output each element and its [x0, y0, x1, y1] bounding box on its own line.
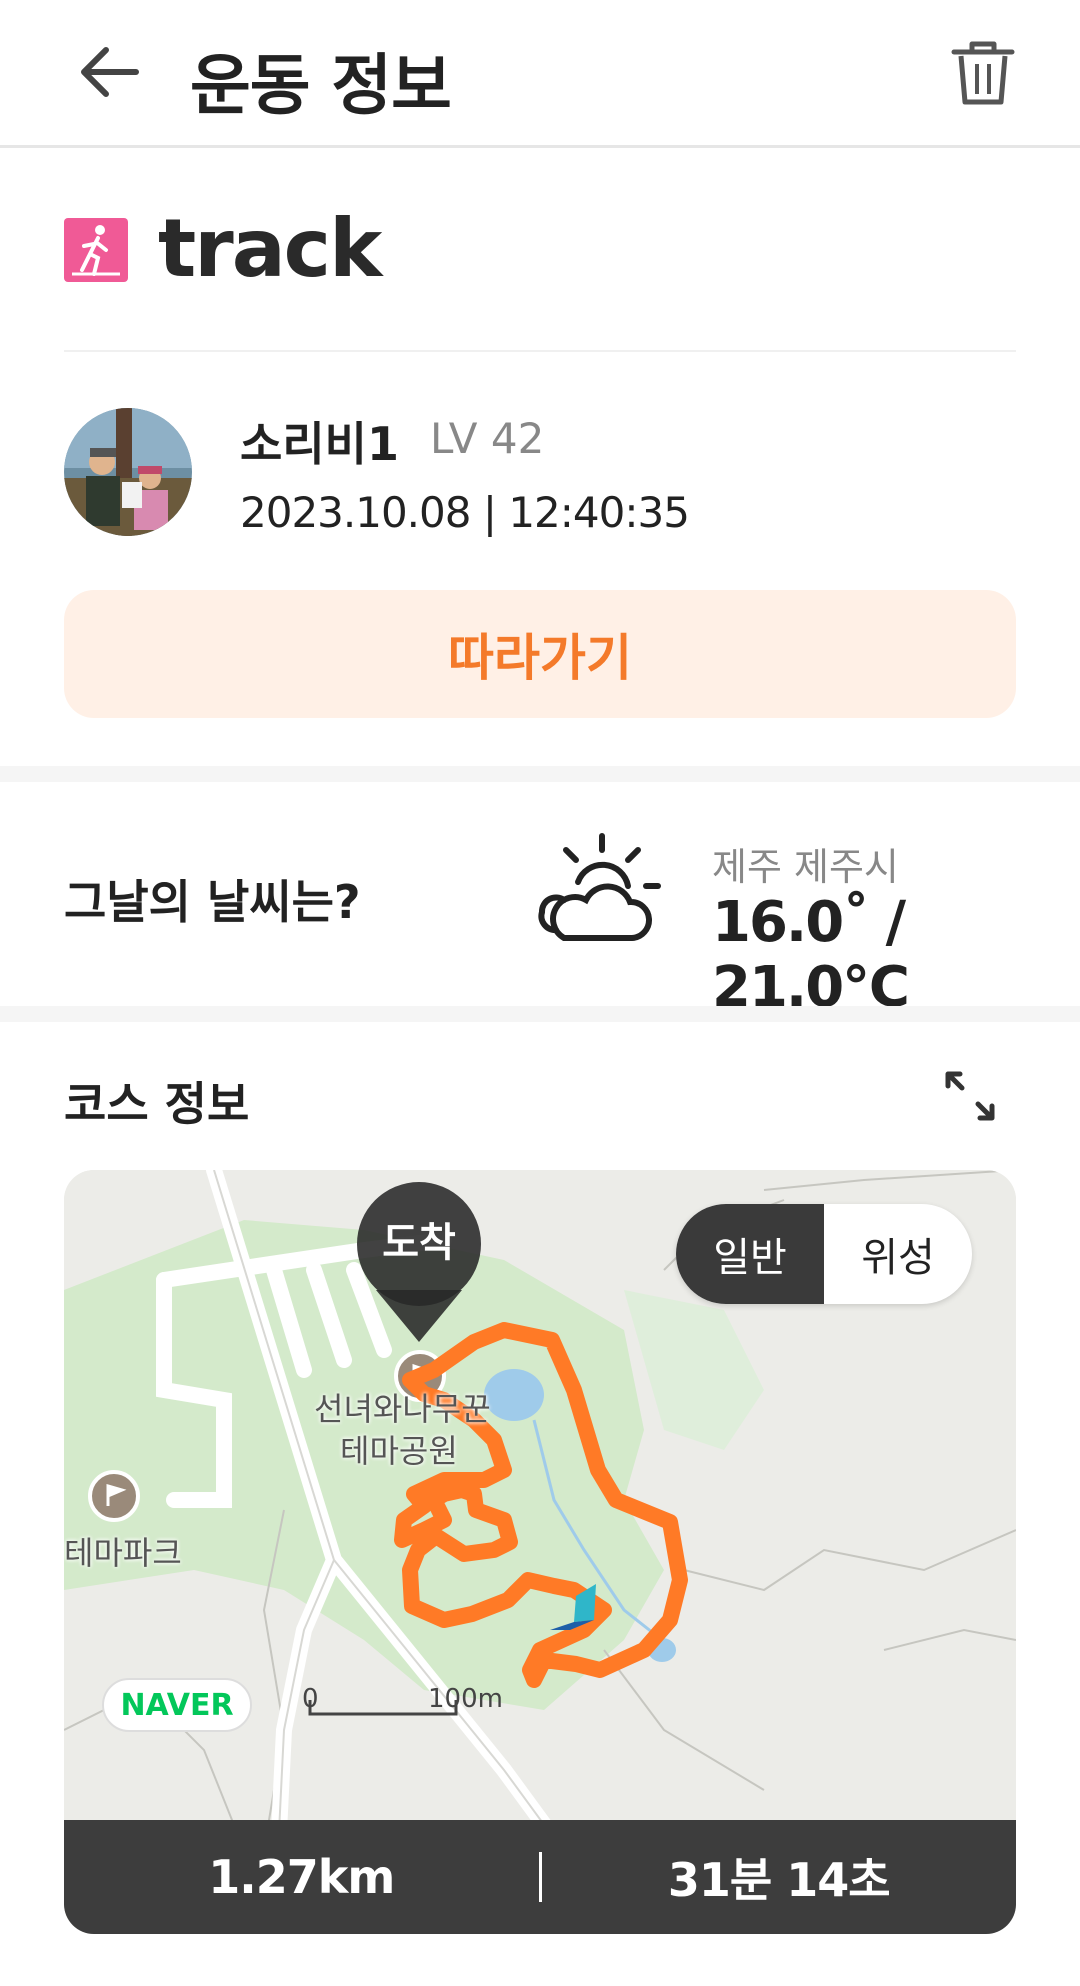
map-type-toggle[interactable]: 일반 위성	[676, 1204, 972, 1304]
place-label: 테마공원	[340, 1432, 458, 1470]
weather-temperature: 16.0˚ / 21.0℃	[712, 890, 910, 1020]
expand-button[interactable]	[940, 1066, 1000, 1126]
toggle-normal[interactable]: 일반	[676, 1204, 824, 1304]
scale-start: 0	[302, 1684, 319, 1714]
arrow-left-icon	[81, 47, 139, 97]
walking-icon	[64, 218, 128, 282]
course-map[interactable]: 도착 선녀와나무꾼 테마공원 테마파크 일반 위성 NAVER 0 100m 1…	[64, 1170, 1016, 1934]
user-name: 소리비1	[240, 417, 399, 471]
partly-cloudy-icon	[534, 830, 664, 960]
naver-logo[interactable]: NAVER	[102, 1678, 252, 1732]
section-separator	[0, 766, 1080, 782]
delete-button[interactable]	[950, 38, 1016, 108]
place-label: 테마파크	[64, 1534, 182, 1572]
user-level: LV 42	[430, 414, 545, 463]
distance-value: 1.27km	[208, 1850, 395, 1904]
divider	[64, 350, 1016, 352]
activity-title: track	[158, 202, 382, 295]
toggle-satellite[interactable]: 위성	[824, 1204, 972, 1304]
page-title: 운동 정보	[190, 47, 452, 124]
weather-question: 그날의 날씨는?	[64, 875, 361, 929]
follow-button[interactable]: 따라가기	[64, 590, 1016, 718]
weather-location: 제주 제주시	[712, 845, 899, 889]
duration-value: 31분 14초	[667, 1853, 891, 1907]
back-button[interactable]	[76, 42, 142, 102]
avatar[interactable]	[64, 408, 192, 536]
expand-icon	[945, 1071, 995, 1121]
scale-end: 100m	[428, 1684, 503, 1714]
course-title: 코스 정보	[64, 1077, 250, 1131]
section-separator	[0, 1006, 1080, 1022]
place-label: 선녀와나무꾼	[314, 1390, 491, 1428]
trash-icon	[951, 41, 1015, 105]
marker-label: 도착	[382, 1220, 456, 1266]
app-header: 운동 정보	[0, 0, 1080, 148]
activity-timestamp: 2023.10.08 | 12:40:35	[240, 488, 690, 537]
course-stats-bar: 1.27km 31분 14초	[64, 1820, 1016, 1934]
